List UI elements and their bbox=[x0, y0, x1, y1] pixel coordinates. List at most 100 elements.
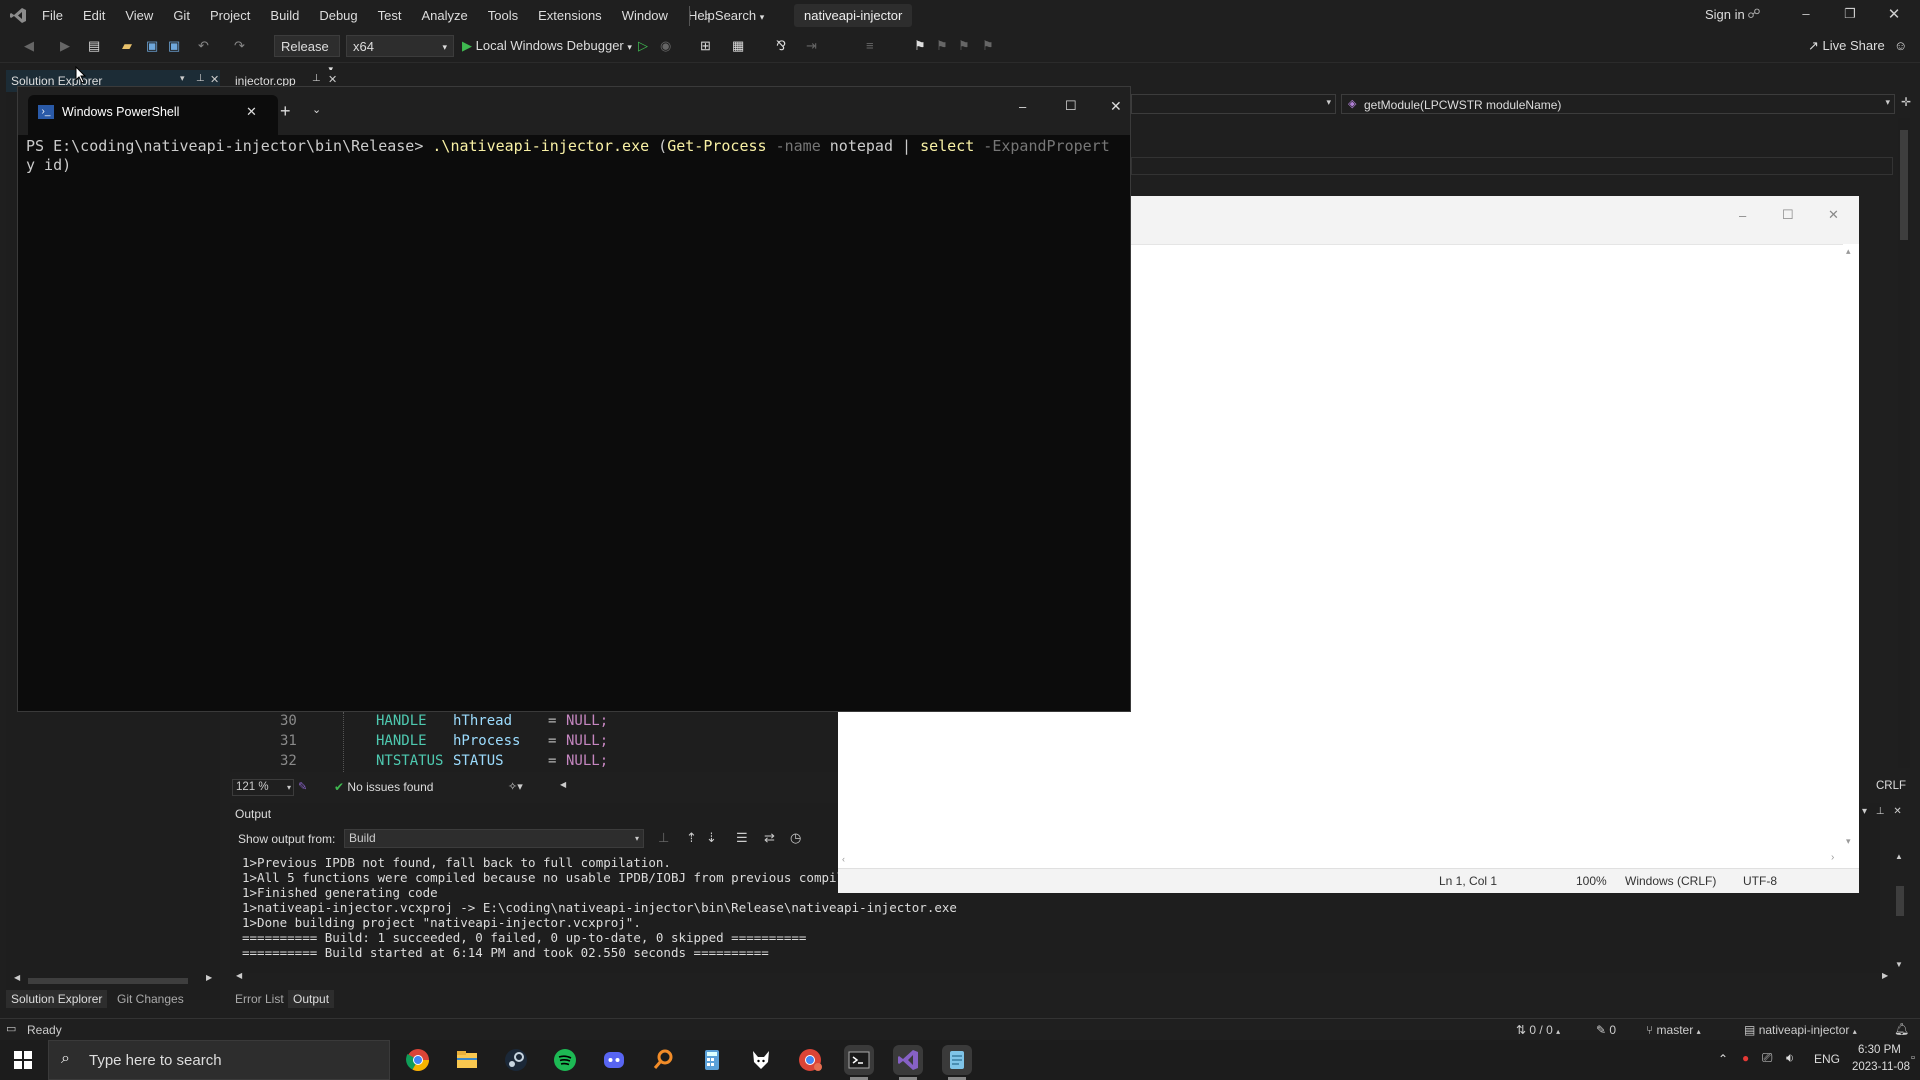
notifications-icon[interactable]: 🔔︎ bbox=[1894, 1022, 1909, 1036]
pin-icon[interactable]: ⊥ bbox=[196, 73, 205, 84]
terminal-icon[interactable] bbox=[844, 1045, 874, 1075]
code-cleanup-icon[interactable]: ✧▾ bbox=[508, 780, 523, 793]
clear-all-icon[interactable]: ☰ bbox=[736, 830, 748, 846]
close-icon[interactable]: ✕ bbox=[210, 73, 219, 86]
steam-icon[interactable] bbox=[501, 1045, 531, 1075]
menu-test[interactable]: Test bbox=[368, 0, 412, 31]
close-icon[interactable]: ✕ bbox=[246, 104, 257, 120]
visual-studio-icon[interactable] bbox=[893, 1045, 923, 1075]
function-dropdown[interactable]: ◈ getModule(LPCWSTR moduleName) ▾ bbox=[1341, 94, 1895, 114]
network-icon[interactable]: ⎚ bbox=[1762, 1050, 1772, 1066]
solution-explorer-bottom-tab[interactable]: Solution Explorer bbox=[6, 990, 108, 1008]
menu-edit[interactable]: Edit bbox=[73, 0, 115, 31]
notepad-taskbar-icon[interactable] bbox=[942, 1045, 972, 1075]
notepad-vertical-scrollbar[interactable]: ▴ ▾ bbox=[1845, 246, 1857, 850]
previous-message-icon[interactable]: ⇡ bbox=[686, 830, 697, 846]
output-tab[interactable]: Output bbox=[288, 990, 335, 1008]
line-ending-indicator[interactable]: CRLF bbox=[1876, 780, 1906, 792]
minimize-icon[interactable]: – bbox=[1796, 6, 1816, 21]
show-hidden-icons-icon[interactable]: ⌃ bbox=[1718, 1052, 1728, 1066]
bookmark-next-icon[interactable]: ⚑ bbox=[958, 35, 970, 57]
scroll-up-icon[interactable]: ▴ bbox=[1846, 246, 1851, 257]
menu-tools[interactable]: Tools bbox=[478, 0, 528, 31]
scroll-right-icon[interactable]: ▶ bbox=[206, 973, 212, 982]
chevron-down-icon[interactable]: ▾ bbox=[1862, 806, 1867, 817]
find-message-icon[interactable]: ⊥ bbox=[658, 830, 669, 846]
output-horizontal-scrollbar[interactable]: ◀ ▶ bbox=[230, 971, 1888, 984]
pin-icon[interactable]: ⊥ bbox=[312, 73, 321, 84]
menu-project[interactable]: Project bbox=[200, 0, 260, 31]
sync-indicator[interactable]: ⇅ 0 / 0 ▴ bbox=[1516, 1023, 1560, 1037]
chevron-down-icon[interactable]: ⌄ bbox=[312, 103, 321, 116]
zoom-dropdown[interactable]: 121 % ▾ bbox=[232, 779, 294, 796]
layout-icon[interactable]: ▦ bbox=[732, 35, 744, 57]
intellicode-icon[interactable]: ✎ bbox=[298, 780, 307, 793]
scroll-left-icon[interactable]: ‹ bbox=[842, 854, 845, 864]
clock-date[interactable]: 2023-11-08 bbox=[1852, 1061, 1910, 1073]
scroll-down-icon[interactable]: ▼ bbox=[1895, 960, 1903, 969]
scrollbar-thumb[interactable] bbox=[1896, 886, 1904, 916]
hot-reload-icon[interactable]: ◉ bbox=[660, 35, 671, 57]
terminal-output[interactable]: PS E:\coding\nativeapi-injector\bin\Rele… bbox=[26, 137, 1126, 175]
pending-edits-indicator[interactable]: ✎ 0 bbox=[1596, 1023, 1616, 1037]
issues-indicator[interactable]: ✔ No issues found bbox=[334, 780, 433, 794]
branch-indicator[interactable]: ⑂ master ▴ bbox=[1646, 1023, 1701, 1037]
maximize-icon[interactable]: ☐ bbox=[1782, 207, 1794, 223]
step-icon[interactable]: ⇥ bbox=[806, 35, 817, 57]
scroll-right-icon[interactable]: ▶ bbox=[1882, 971, 1888, 980]
menu-debug[interactable]: Debug bbox=[309, 0, 367, 31]
scroll-up-icon[interactable]: ▲ bbox=[1895, 852, 1903, 861]
powershell-tab[interactable]: ›_ Windows PowerShell ✕ bbox=[28, 95, 278, 135]
forward-icon[interactable]: ▶ bbox=[60, 35, 70, 57]
account-icon[interactable]: ☍ bbox=[1746, 6, 1762, 22]
explorer-horizontal-scrollbar[interactable]: ◀ ▶ bbox=[10, 973, 216, 986]
notification-center-icon[interactable]: ▫ bbox=[1908, 1052, 1918, 1064]
configuration-dropdown[interactable]: Release ▾ bbox=[274, 35, 340, 74]
new-tab-icon[interactable]: + bbox=[280, 101, 291, 122]
bookmark-clear-icon[interactable]: ⚑ bbox=[982, 35, 994, 57]
comment-icon[interactable]: ≡ bbox=[866, 35, 874, 57]
chrome-profile-icon[interactable] bbox=[795, 1045, 825, 1075]
minimize-icon[interactable]: – bbox=[1019, 99, 1026, 114]
volume-icon[interactable]: 🔉︎ bbox=[1786, 1050, 1794, 1066]
menu-analyze[interactable]: Analyze bbox=[411, 0, 477, 31]
close-icon[interactable]: ✕ bbox=[1893, 806, 1901, 817]
fox-app-icon[interactable] bbox=[746, 1045, 776, 1075]
word-wrap-icon[interactable]: ⇄ bbox=[764, 830, 775, 846]
output-vertical-scrollbar[interactable]: ▲ ▼ bbox=[1894, 852, 1906, 972]
live-share-button[interactable]: ↗ Live Share bbox=[1808, 35, 1885, 57]
search-tool-icon[interactable] bbox=[648, 1045, 678, 1075]
notepad-text-area[interactable] bbox=[1131, 244, 1843, 849]
open-folder-icon[interactable]: ▰ bbox=[122, 35, 132, 57]
scope-dropdown[interactable]: ▾ bbox=[1131, 94, 1336, 114]
search-button[interactable]: ⌕ Search ▾ bbox=[704, 6, 764, 26]
spotify-icon[interactable] bbox=[550, 1045, 580, 1075]
bookmark-icon[interactable]: ⚑ bbox=[914, 35, 926, 57]
notepad-horizontal-scrollbar[interactable]: ‹ bbox=[838, 854, 1848, 866]
language-indicator[interactable]: ENG bbox=[1814, 1052, 1840, 1066]
next-message-icon[interactable]: ⇣ bbox=[706, 830, 717, 846]
scrollbar-thumb[interactable] bbox=[28, 978, 188, 984]
menu-window[interactable]: Window bbox=[612, 0, 678, 31]
start-debugging-button[interactable]: ▶ Local Windows Debugger ▾ bbox=[462, 35, 632, 57]
close-icon[interactable]: ✕ bbox=[1110, 98, 1122, 115]
save-all-icon[interactable]: ▣ bbox=[168, 35, 180, 57]
pin-icon[interactable]: ⊥ bbox=[1876, 806, 1885, 817]
code-editor[interactable]: 30 HANDLE hThread = NULL; 31 HANDLE hPro… bbox=[230, 712, 838, 772]
start-button[interactable] bbox=[13, 1050, 33, 1070]
menu-extensions[interactable]: Extensions bbox=[528, 0, 612, 31]
editor-vertical-scrollbar[interactable] bbox=[1898, 118, 1910, 768]
menu-file[interactable]: File bbox=[32, 0, 73, 31]
redo-icon[interactable]: ↷ bbox=[234, 35, 245, 57]
scroll-left-icon[interactable]: ◀ bbox=[560, 780, 566, 789]
repository-indicator[interactable]: ▤ nativeapi-injector ▴ bbox=[1744, 1023, 1857, 1037]
discord-icon[interactable] bbox=[599, 1045, 629, 1075]
git-changes-tab[interactable]: Git Changes bbox=[112, 990, 189, 1008]
sign-in-link[interactable]: Sign in bbox=[1705, 7, 1745, 22]
split-icon[interactable]: ✛ bbox=[1901, 95, 1911, 109]
scrollbar-thumb[interactable] bbox=[1900, 130, 1908, 240]
clock-time[interactable]: 6:30 PM bbox=[1858, 1044, 1901, 1056]
scroll-left-icon[interactable]: ◀ bbox=[236, 971, 242, 980]
save-icon[interactable]: ▣ bbox=[146, 35, 158, 57]
menu-view[interactable]: View bbox=[115, 0, 163, 31]
